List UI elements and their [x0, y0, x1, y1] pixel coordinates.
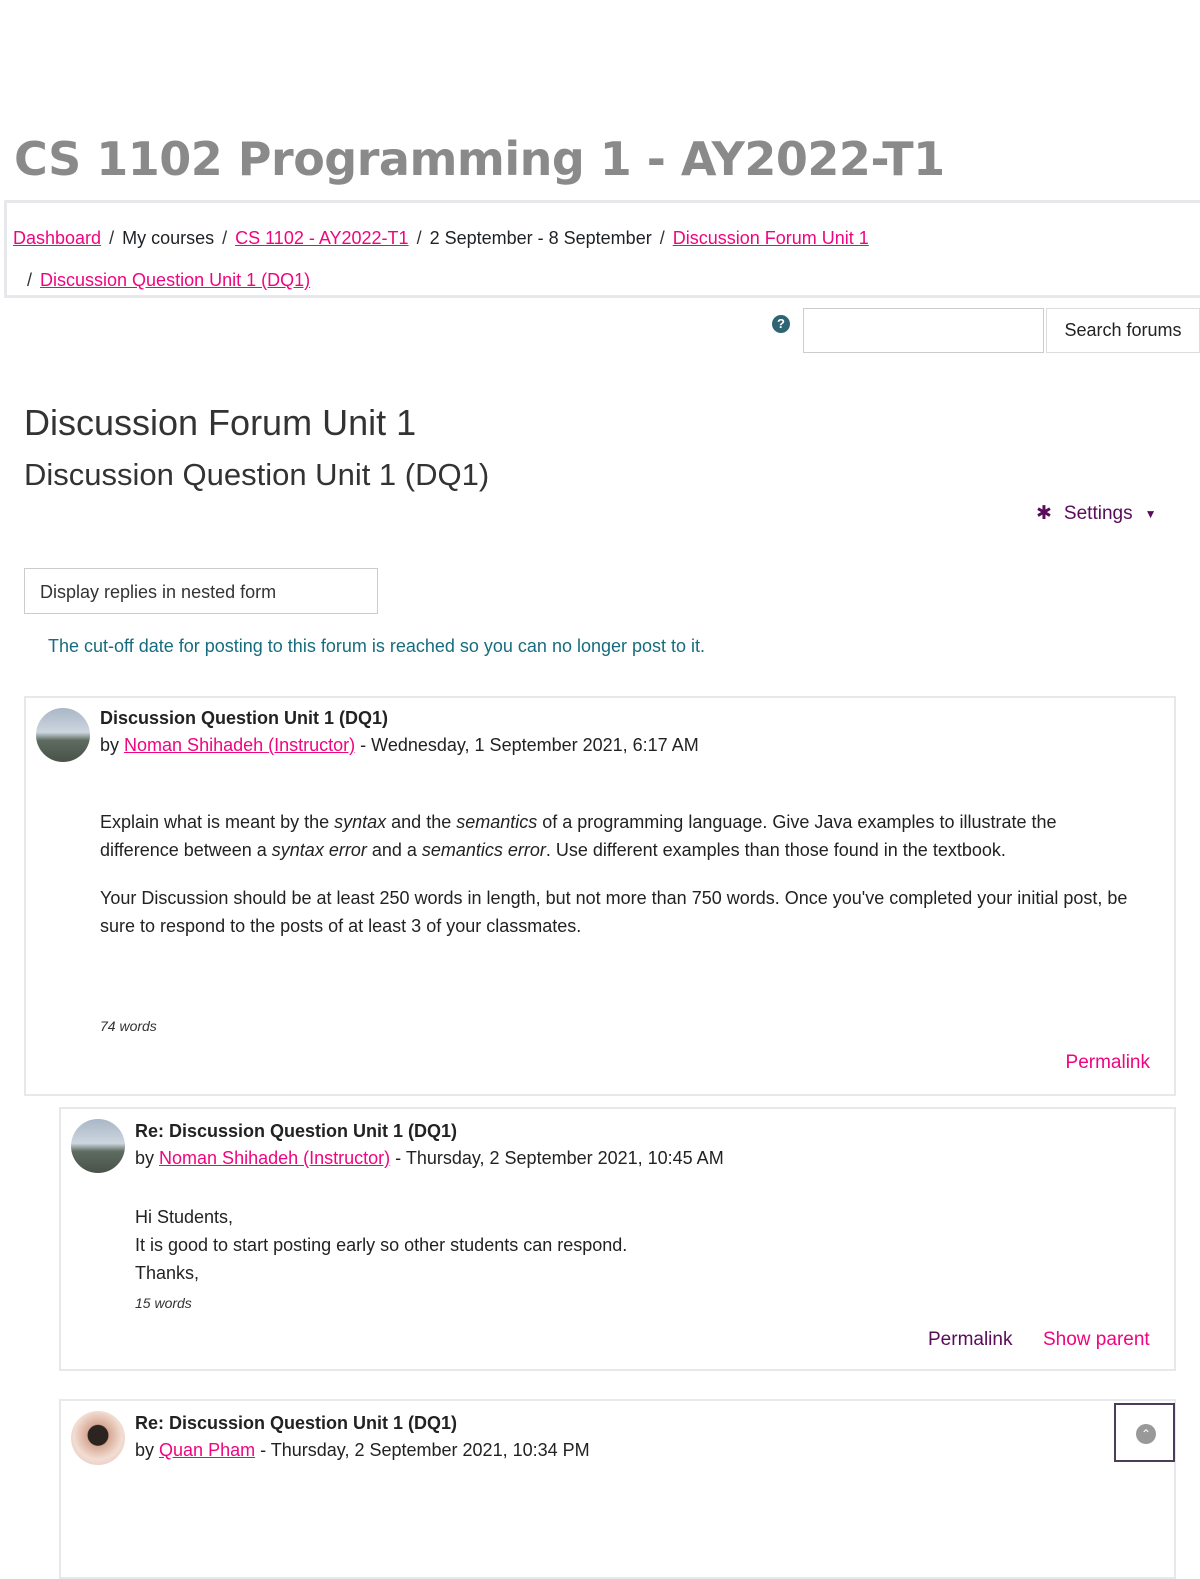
- help-icon[interactable]: ?: [772, 315, 790, 333]
- permalink[interactable]: Permalink: [1066, 1052, 1150, 1074]
- display-mode-select[interactable]: Display replies in nested form: [24, 568, 378, 614]
- post-body: Hi Students, It is good to start posting …: [135, 1207, 628, 1283]
- word-count: 74 words: [100, 1018, 157, 1034]
- word-count: 15 words: [135, 1295, 192, 1311]
- breadcrumb-discussion[interactable]: Discussion Question Unit 1 (DQ1): [40, 270, 310, 290]
- forum-post: Discussion Question Unit 1 (DQ1) by Noma…: [24, 696, 1176, 1096]
- caret-down-icon: ▼: [1144, 506, 1157, 521]
- post-date: - Thursday, 2 September 2021, 10:45 AM: [395, 1148, 724, 1168]
- breadcrumb-course[interactable]: CS 1102 - AY2022-T1: [235, 228, 408, 248]
- post-title: Discussion Question Unit 1 (DQ1): [100, 708, 389, 728]
- gear-icon: ✱: [1036, 503, 1052, 524]
- breadcrumb: Dashboard / My courses / CS 1102 - AY2022-T1…: [4, 200, 1200, 298]
- avatar[interactable]: [36, 708, 90, 762]
- post-body: Explain what is meant by the syntax and …: [100, 812, 1128, 936]
- cutoff-notice: The cut-off date for posting to this for…: [48, 636, 706, 656]
- by-label: by: [135, 1148, 155, 1168]
- by-label: by: [135, 1440, 155, 1460]
- permalink[interactable]: Permalink: [928, 1329, 1012, 1351]
- page-title: CS 1102 Programming 1 - AY2022-T1: [14, 132, 945, 186]
- separator: /: [27, 270, 33, 290]
- search-input[interactable]: [803, 308, 1044, 353]
- forum-post: Re: Discussion Question Unit 1 (DQ1) by …: [59, 1399, 1176, 1579]
- search-forums-button[interactable]: Search forums: [1046, 308, 1200, 353]
- avatar[interactable]: [71, 1119, 125, 1173]
- separator: /: [659, 228, 665, 248]
- breadcrumb-my-courses: My courses: [122, 228, 215, 248]
- separator: /: [109, 228, 115, 248]
- post-date: - Wednesday, 1 September 2021, 6:17 AM: [360, 735, 699, 755]
- discussion-title: Discussion Question Unit 1 (DQ1): [24, 457, 490, 492]
- settings-label: Settings: [1063, 502, 1133, 524]
- settings-menu[interactable]: ✱ Settings ▼: [1036, 502, 1156, 525]
- chevron-up-icon: ⌃: [1136, 1424, 1156, 1444]
- author-link[interactable]: Quan Pham: [159, 1440, 255, 1460]
- scroll-to-top-button[interactable]: ⌃: [1114, 1403, 1175, 1462]
- author-link[interactable]: Noman Shihadeh (Instructor): [124, 735, 355, 755]
- breadcrumb-week: 2 September - 8 September: [429, 228, 652, 248]
- author-link[interactable]: Noman Shihadeh (Instructor): [159, 1148, 390, 1168]
- post-title: Re: Discussion Question Unit 1 (DQ1): [135, 1413, 458, 1433]
- forum-post: Re: Discussion Question Unit 1 (DQ1) by …: [59, 1107, 1176, 1371]
- separator: /: [416, 228, 422, 248]
- post-date: - Thursday, 2 September 2021, 10:34 PM: [260, 1440, 590, 1460]
- avatar[interactable]: [71, 1411, 125, 1465]
- breadcrumb-forum[interactable]: Discussion Forum Unit 1: [673, 228, 869, 248]
- forum-title: Discussion Forum Unit 1: [24, 402, 417, 443]
- show-parent-link[interactable]: Show parent: [1043, 1329, 1150, 1351]
- post-title: Re: Discussion Question Unit 1 (DQ1): [135, 1121, 458, 1141]
- separator: /: [222, 228, 228, 248]
- breadcrumb-dashboard[interactable]: Dashboard: [13, 228, 101, 248]
- by-label: by: [100, 735, 120, 755]
